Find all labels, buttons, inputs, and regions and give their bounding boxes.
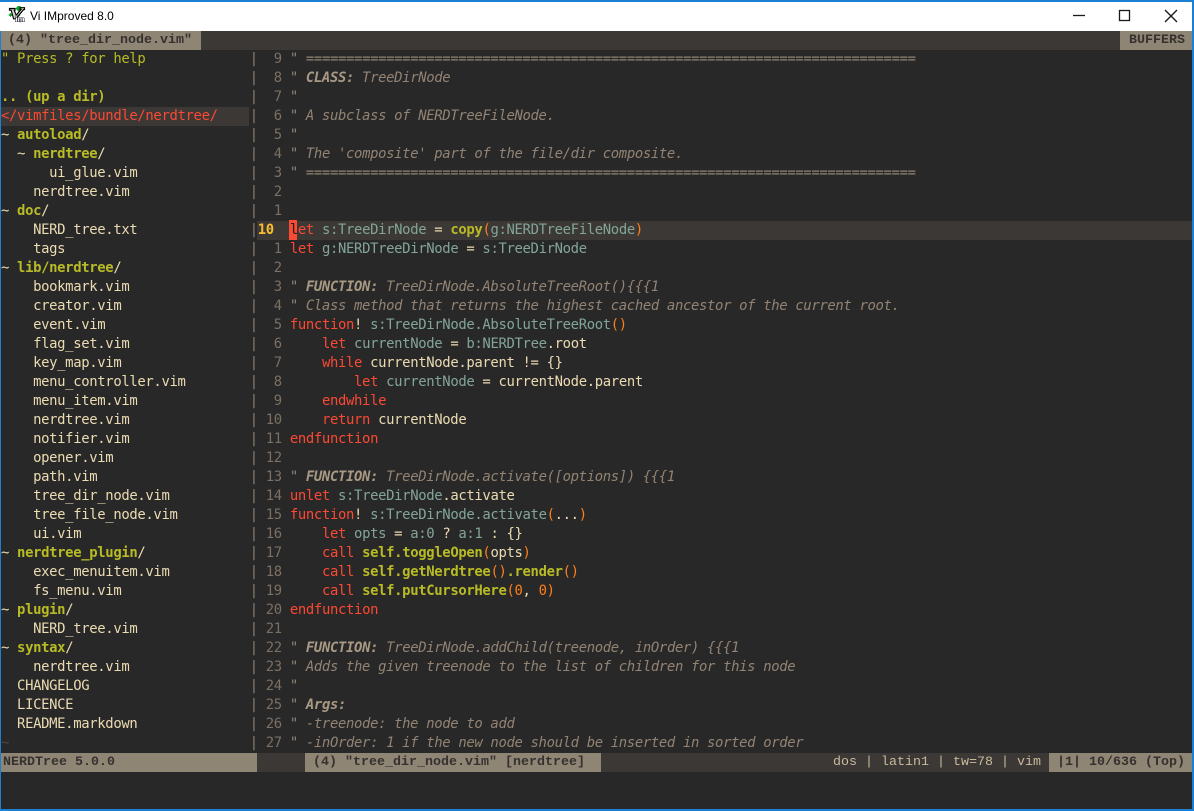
svg-text:im: im	[15, 13, 24, 23]
